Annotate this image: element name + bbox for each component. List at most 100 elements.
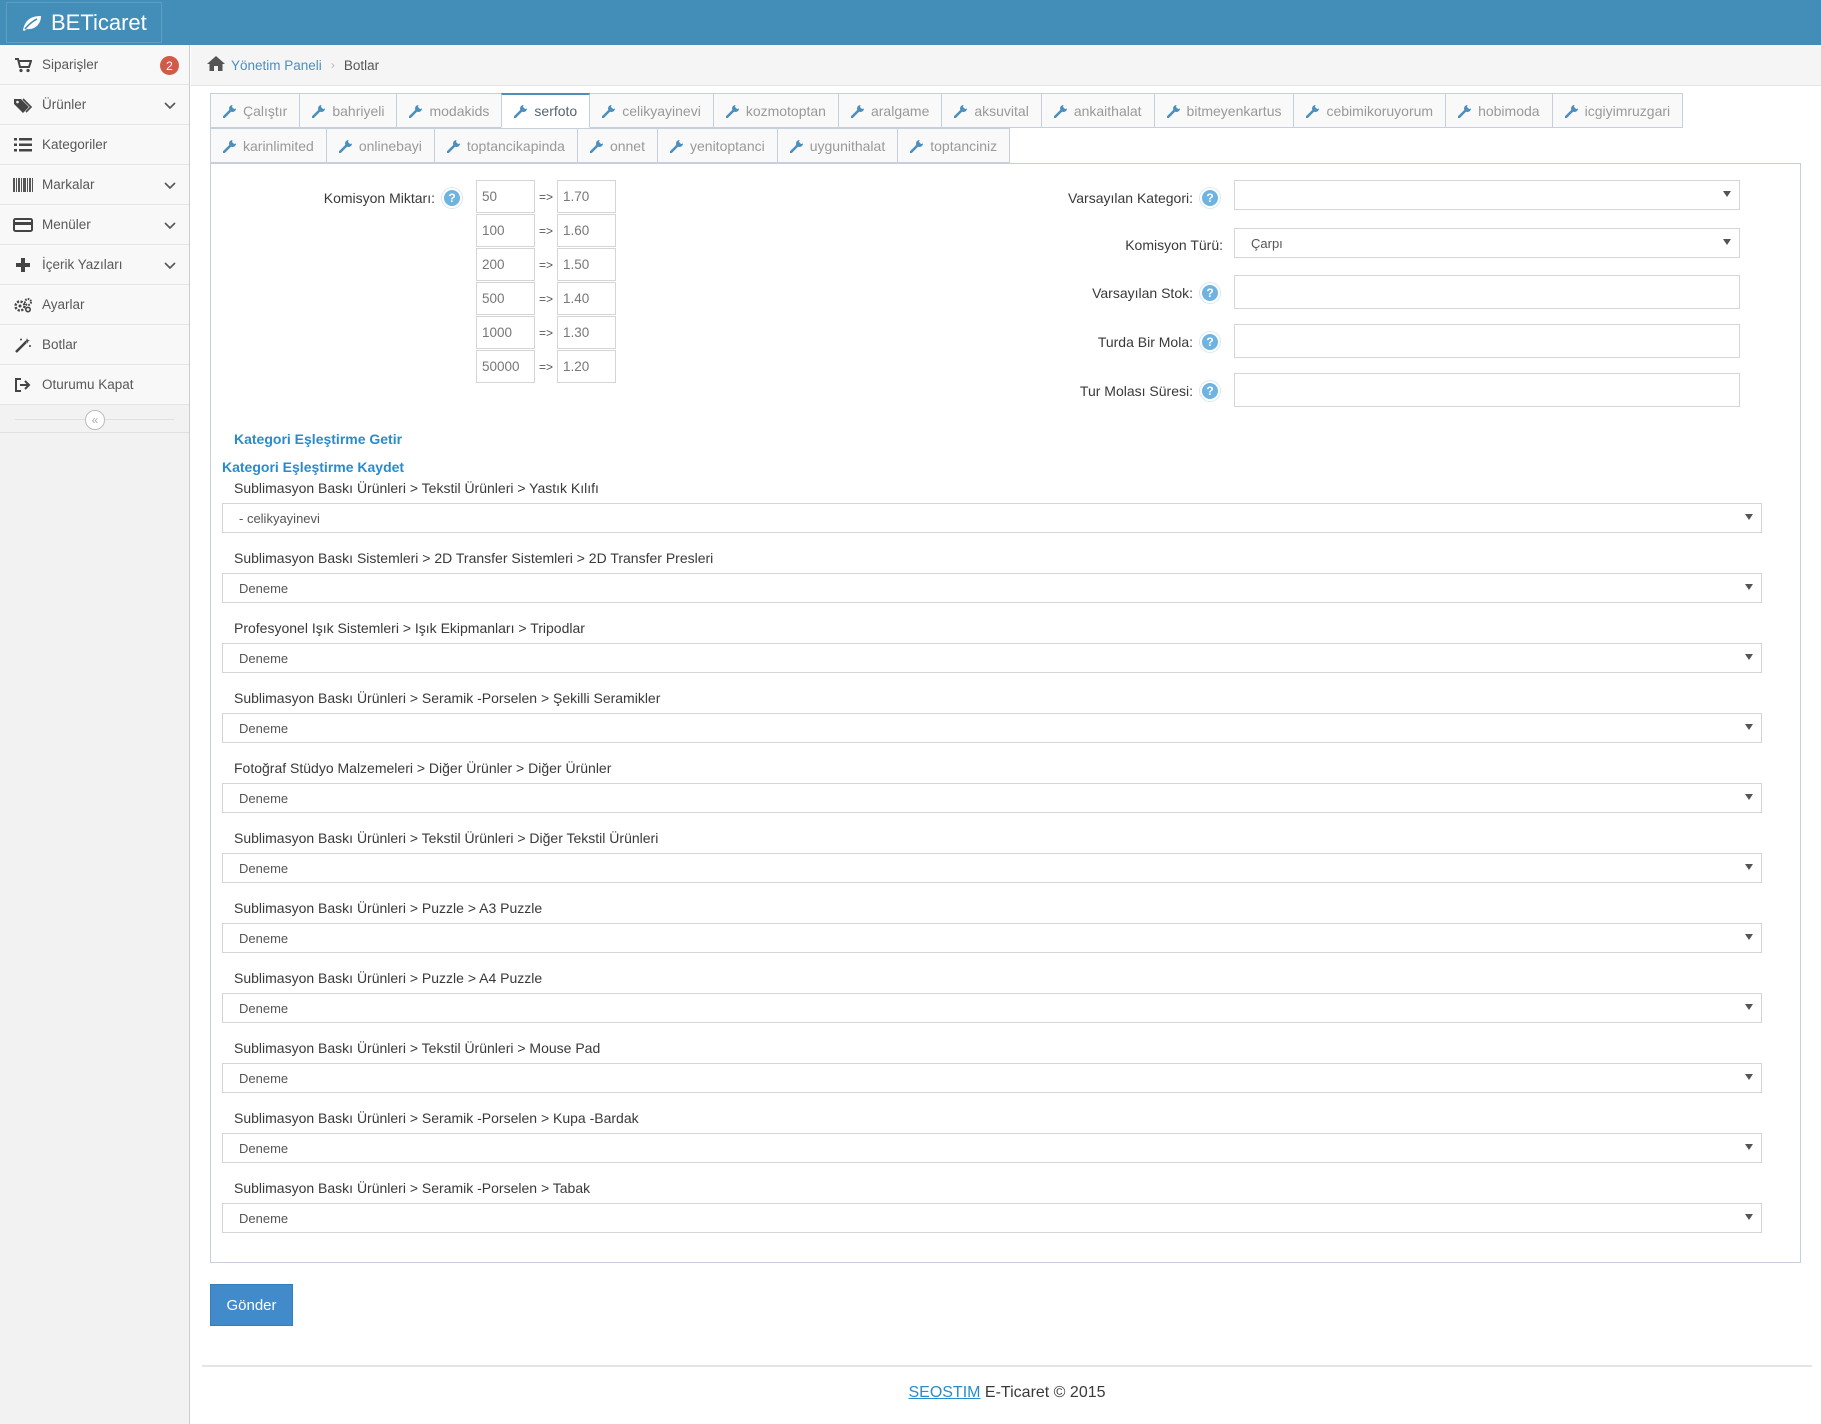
tab-karinlimited[interactable]: karinlimited — [210, 128, 327, 163]
mapping-select[interactable]: Deneme — [222, 783, 1762, 813]
tab-onlinebayi[interactable]: onlinebayi — [325, 128, 435, 163]
tab-uygunithalat[interactable]: uygunithalat — [776, 128, 899, 163]
tab--al-t-r[interactable]: Çalıştır — [210, 93, 301, 128]
komisyon-min-input[interactable]: 50 — [476, 180, 535, 213]
tab-toptanciniz[interactable]: toptanciniz — [897, 128, 1011, 163]
mapping-select[interactable]: Deneme — [222, 643, 1762, 673]
kategori-eslestirme-getir-link[interactable]: Kategori Eşleştirme Getir — [234, 431, 402, 447]
mapping-select[interactable]: Deneme — [222, 1133, 1762, 1163]
help-icon[interactable]: ? — [442, 188, 462, 208]
tab-label: toptancikapinda — [466, 137, 565, 154]
komisyon-rate-input[interactable]: 1.70 — [557, 180, 616, 213]
footer: SEOSTIM E-Ticaret © 2015 — [202, 1384, 1812, 1402]
varsayilan-stok-input[interactable] — [1234, 275, 1740, 309]
tab-modakids[interactable]: modakids — [396, 93, 503, 128]
brand-logo[interactable]: BETicaret — [6, 2, 162, 43]
tab-label: bitmeyenkartus — [1186, 102, 1282, 119]
tab-serfoto[interactable]: serfoto — [501, 93, 591, 128]
tab-kozmotoptan[interactable]: kozmotoptan — [712, 93, 839, 128]
sidebar-item-markalar[interactable]: Markalar — [0, 165, 189, 205]
komisyon-arrow: => — [538, 189, 553, 204]
select-value: Deneme — [239, 1210, 289, 1226]
mapping-select[interactable]: Deneme — [222, 1063, 1762, 1093]
sidebar-item-oturumu-kapat[interactable]: Oturumu Kapat — [0, 365, 189, 405]
wrench-icon — [1458, 104, 1472, 118]
komisyon-min-input[interactable]: 50000 — [476, 350, 535, 383]
tab-toptancikapinda[interactable]: toptancikapinda — [433, 128, 578, 163]
help-icon[interactable]: ? — [1200, 381, 1220, 401]
submit-button[interactable]: Gönder — [210, 1284, 293, 1326]
mapping-select[interactable]: - celikyayinevi — [222, 503, 1762, 533]
tab-label: modakids — [429, 102, 490, 119]
sidebar-item-siparisler[interactable]: Siparişler 2 — [0, 45, 189, 85]
tab-bahriyeli[interactable]: bahriyeli — [299, 93, 398, 128]
tab-label: aralgame — [870, 102, 930, 119]
tab-icgiyimruzgari[interactable]: icgiyimruzgari — [1551, 93, 1684, 128]
tab-celikyayinevi[interactable]: celikyayinevi — [589, 93, 714, 128]
komisyon-rate-input[interactable]: 1.30 — [557, 316, 616, 349]
komisyon-min-input[interactable]: 500 — [476, 282, 535, 315]
sidebar-item-urunler[interactable]: Ürünler — [0, 85, 189, 125]
mapping-label: Sublimasyon Baskı Ürünleri > Tekstil Ürü… — [234, 480, 599, 496]
caret-down-icon — [1745, 1214, 1753, 1220]
mapping-select[interactable]: Deneme — [222, 1203, 1762, 1233]
komisyon-row: 200 => 1.50 — [476, 248, 616, 281]
plus-icon — [12, 256, 34, 274]
select-value: Deneme — [239, 860, 289, 876]
mapping-select[interactable]: Deneme — [222, 923, 1762, 953]
komisyon-rate-input[interactable]: 1.40 — [557, 282, 616, 315]
sidebar-collapse-button[interactable]: « — [85, 410, 105, 430]
orders-count-badge: 2 — [160, 56, 179, 75]
komisyon-min-input[interactable]: 200 — [476, 248, 535, 281]
wrench-icon — [670, 139, 683, 153]
help-icon[interactable]: ? — [1200, 332, 1220, 352]
barcode-icon — [12, 176, 34, 194]
tab-ankaithalat[interactable]: ankaithalat — [1040, 93, 1155, 128]
varsayilan-kategori-select[interactable] — [1234, 180, 1740, 210]
tur-molasi-suresi-input[interactable] — [1234, 373, 1740, 407]
komisyon-rate-input[interactable]: 1.60 — [557, 214, 616, 247]
footer-brand-link[interactable]: SEOSTIM — [908, 1384, 980, 1401]
wrench-icon — [1564, 104, 1578, 118]
tab-hobimoda[interactable]: hobimoda — [1445, 93, 1553, 128]
tab-aralgame[interactable]: aralgame — [837, 93, 943, 128]
tab-label: serfoto — [534, 103, 578, 119]
chevron-down-icon — [164, 102, 176, 110]
komisyon-rate-input[interactable]: 1.20 — [557, 350, 616, 383]
wrench-icon — [1166, 104, 1180, 118]
caret-down-icon — [1745, 1144, 1753, 1150]
tab-aksuvital[interactable]: aksuvital — [941, 93, 1042, 128]
brand-title: BETicaret — [51, 9, 147, 35]
mapping-select[interactable]: Deneme — [222, 713, 1762, 743]
tab-cebimikoruyorum[interactable]: cebimikoruyorum — [1293, 93, 1447, 128]
tab-yenitoptanci[interactable]: yenitoptanci — [657, 128, 778, 163]
wrench-icon — [1306, 104, 1320, 118]
tab-bitmeyenkartus[interactable]: bitmeyenkartus — [1153, 93, 1295, 128]
help-icon[interactable]: ? — [1200, 283, 1220, 303]
home-icon — [207, 56, 225, 74]
tab-onnet[interactable]: onnet — [576, 128, 658, 163]
breadcrumb-current: Botlar — [343, 57, 380, 73]
tab-label: hobimoda — [1478, 102, 1540, 119]
mapping-select[interactable]: Deneme — [222, 573, 1762, 603]
breadcrumb-home-link[interactable]: Yönetim Paneli — [231, 58, 322, 73]
komisyon-arrow: => — [538, 325, 553, 340]
kategori-eslestirme-kaydet-link[interactable]: Kategori Eşleştirme Kaydet — [222, 459, 404, 475]
komisyon-turu-select[interactable]: Çarpı — [1234, 228, 1740, 258]
sidebar-item-botlar[interactable]: Botlar — [0, 325, 189, 365]
sidebar-item-kategoriler[interactable]: Kategoriler — [0, 125, 189, 165]
mapping-select[interactable]: Deneme — [222, 993, 1762, 1023]
sidebar-item-menuler[interactable]: Menüler — [0, 205, 189, 245]
komisyon-miktari-label: Komisyon Miktarı: — [323, 190, 435, 206]
komisyon-min-input[interactable]: 100 — [476, 214, 535, 247]
breadcrumb-separator: › — [330, 58, 335, 72]
sidebar-item-ayarlar[interactable]: Ayarlar — [0, 285, 189, 325]
help-icon[interactable]: ? — [1200, 188, 1220, 208]
komisyon-arrow: => — [538, 257, 553, 272]
turda-bir-mola-input[interactable] — [1234, 324, 1740, 358]
komisyon-rate-input[interactable]: 1.50 — [557, 248, 616, 281]
komisyon-min-input[interactable]: 1000 — [476, 316, 535, 349]
select-value: Çarpı — [1251, 235, 1283, 251]
mapping-select[interactable]: Deneme — [222, 853, 1762, 883]
sidebar-item-icerik-yazilari[interactable]: İçerik Yazıları — [0, 245, 189, 285]
